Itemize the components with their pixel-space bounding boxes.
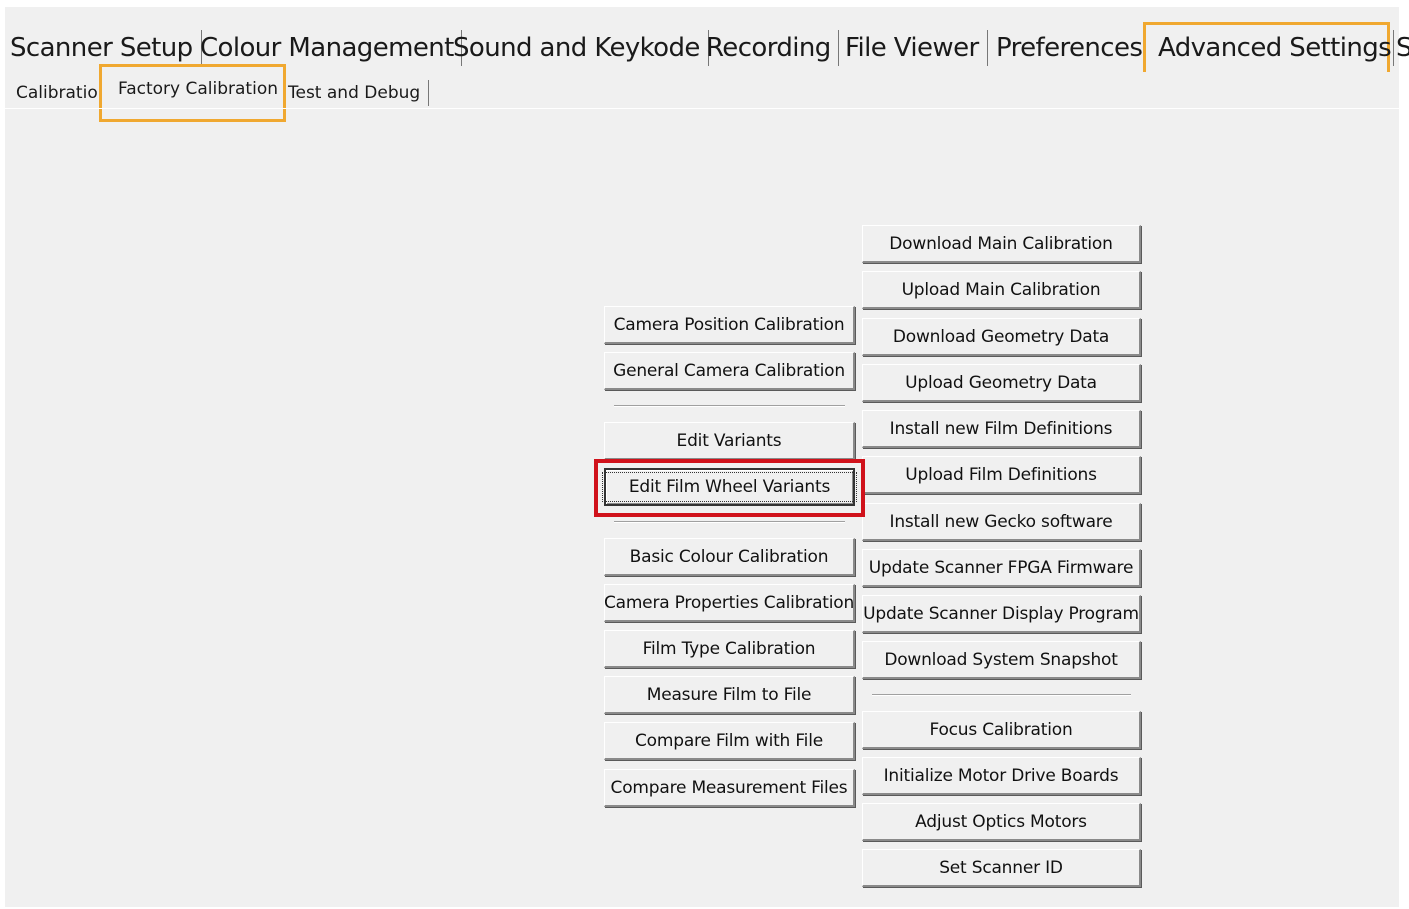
separator xyxy=(872,694,1131,696)
subtab-factory-calibration[interactable]: Factory Calibration xyxy=(99,64,286,122)
tab-sound-and-keykode[interactable]: Sound and Keykode xyxy=(453,30,709,66)
tab-preferences[interactable]: Preferences xyxy=(996,30,1143,66)
basic-colour-calibration-button[interactable]: Basic Colour Calibration xyxy=(604,538,855,576)
tab-recording[interactable]: Recording xyxy=(706,30,839,66)
upload-film-definitions-button[interactable]: Upload Film Definitions xyxy=(862,456,1141,494)
download-geometry-data-button[interactable]: Download Geometry Data xyxy=(862,318,1141,356)
set-scanner-id-button[interactable]: Set Scanner ID xyxy=(862,849,1141,887)
camera-properties-calibration-button[interactable]: Camera Properties Calibration xyxy=(604,584,855,622)
adjust-optics-motors-button[interactable]: Adjust Optics Motors xyxy=(862,803,1141,841)
initialize-motor-drive-boards-button[interactable]: Initialize Motor Drive Boards xyxy=(862,757,1141,795)
compare-film-with-file-button[interactable]: Compare Film with File xyxy=(604,722,855,760)
sub-tab-strip: Calibration Factory Calibration Test and… xyxy=(0,64,700,124)
separator xyxy=(614,405,845,407)
app-window: Scanner Setup Colour Management Sound an… xyxy=(0,0,1409,909)
tab-content-border xyxy=(5,108,1399,109)
measure-film-to-file-button[interactable]: Measure Film to File xyxy=(604,676,855,714)
upload-main-calibration-button[interactable]: Upload Main Calibration xyxy=(862,271,1141,309)
tab-overflow-partial[interactable]: S xyxy=(1393,30,1409,66)
tab-advanced-settings[interactable]: Advanced Settings xyxy=(1143,22,1392,72)
general-camera-calibration-button[interactable]: General Camera Calibration xyxy=(604,352,855,390)
install-new-gecko-software-button[interactable]: Install new Gecko software xyxy=(862,503,1141,541)
compare-measurement-files-button[interactable]: Compare Measurement Files xyxy=(604,769,855,807)
tab-colour-management[interactable]: Colour Management xyxy=(200,30,462,66)
focus-calibration-button[interactable]: Focus Calibration xyxy=(862,711,1141,749)
subtab-calibration[interactable]: Calibration xyxy=(16,80,109,106)
download-system-snapshot-button[interactable]: Download System Snapshot xyxy=(862,641,1141,679)
update-scanner-display-program-button[interactable]: Update Scanner Display Program xyxy=(862,595,1141,633)
separator xyxy=(614,521,845,523)
download-main-calibration-button[interactable]: Download Main Calibration xyxy=(862,225,1141,263)
edit-film-wheel-variants-button[interactable]: Edit Film Wheel Variants xyxy=(601,468,858,506)
edit-variants-button[interactable]: Edit Variants xyxy=(604,422,855,460)
camera-position-calibration-button[interactable]: Camera Position Calibration xyxy=(604,306,855,344)
subtab-test-and-debug[interactable]: Test and Debug xyxy=(288,80,430,106)
film-type-calibration-button[interactable]: Film Type Calibration xyxy=(604,630,855,668)
tab-scanner-setup[interactable]: Scanner Setup xyxy=(10,30,202,66)
upload-geometry-data-button[interactable]: Upload Geometry Data xyxy=(862,364,1141,402)
update-scanner-fpga-firmware-button[interactable]: Update Scanner FPGA Firmware xyxy=(862,549,1141,587)
tab-file-viewer[interactable]: File Viewer xyxy=(845,30,988,66)
install-new-film-definitions-button[interactable]: Install new Film Definitions xyxy=(862,410,1141,448)
